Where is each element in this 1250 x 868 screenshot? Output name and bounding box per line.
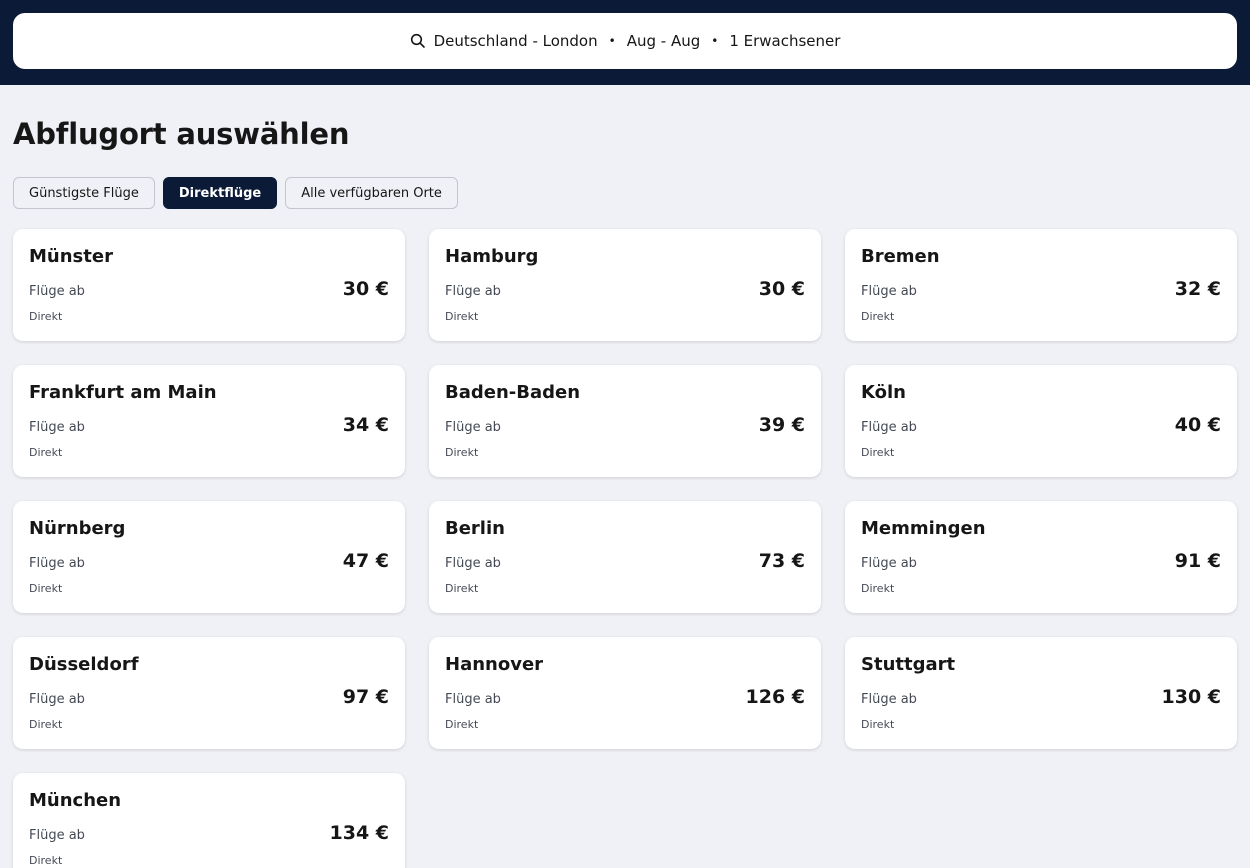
search-route: Deutschland - London (433, 32, 598, 50)
destination-city: Düsseldorf (29, 654, 139, 675)
stops-label: Direkt (29, 718, 63, 731)
destination-city: Hannover (445, 654, 544, 675)
flights-from-label: Flüge ab (29, 828, 85, 843)
destination-city: Memmingen (861, 518, 986, 539)
filter-chips: Günstigste Flüge Direktflüge Alle verfügba… (13, 177, 458, 209)
stops-label: Direkt (445, 718, 479, 731)
stops-label: Direkt (29, 582, 63, 595)
destination-city: München (29, 790, 122, 811)
destination-card[interactable]: Baden-Baden Flüge ab 39 € Direkt (429, 365, 821, 477)
filter-direct-flights[interactable]: Direktflüge (162, 177, 278, 209)
destination-city: Nürnberg (29, 518, 126, 539)
flights-from-label: Flüge ab (445, 420, 501, 435)
destination-card[interactable]: Stuttgart Flüge ab 130 € Direkt (845, 637, 1237, 749)
destination-price: 40 € (1174, 414, 1221, 436)
destination-price: 30 € (758, 278, 805, 300)
flights-from-label: Flüge ab (445, 692, 501, 707)
destination-card[interactable]: München Flüge ab 134 € Direkt (13, 773, 405, 868)
stops-label: Direkt (861, 718, 895, 731)
flights-from-label: Flüge ab (861, 420, 917, 435)
stops-label: Direkt (445, 310, 479, 323)
destination-city: Münster (29, 246, 113, 267)
destination-price: 91 € (1174, 550, 1221, 572)
destination-city: Frankfurt am Main (29, 382, 217, 403)
destination-card[interactable]: Memmingen Flüge ab 91 € Direkt (845, 501, 1237, 613)
destination-city: Baden-Baden (445, 382, 581, 403)
stops-label: Direkt (29, 446, 63, 459)
page-title: Abflugort auswählen (13, 117, 350, 151)
destination-card[interactable]: Hamburg Flüge ab 30 € Direkt (429, 229, 821, 341)
flights-from-label: Flüge ab (445, 284, 501, 299)
stops-label: Direkt (445, 446, 479, 459)
search-summary-button[interactable]: Deutschland - London • Aug - Aug • 1 Erw… (13, 13, 1237, 69)
destination-price: 130 € (1161, 686, 1222, 708)
stops-label: Direkt (861, 582, 895, 595)
top-bar: Deutschland - London • Aug - Aug • 1 Erw… (0, 0, 1250, 85)
destination-price: 39 € (758, 414, 805, 436)
destination-card[interactable]: Bremen Flüge ab 32 € Direkt (845, 229, 1237, 341)
destination-city: Köln (861, 382, 906, 403)
destination-price: 134 € (329, 822, 390, 844)
flights-from-label: Flüge ab (445, 556, 501, 571)
flights-from-label: Flüge ab (861, 556, 917, 571)
flights-from-label: Flüge ab (861, 284, 917, 299)
filter-cheapest-flights[interactable]: Günstigste Flüge (13, 177, 155, 209)
flights-from-label: Flüge ab (29, 420, 85, 435)
destination-price: 47 € (342, 550, 389, 572)
stops-label: Direkt (861, 310, 895, 323)
search-dates: Aug - Aug (626, 32, 701, 50)
stops-label: Direkt (861, 446, 895, 459)
destination-card[interactable]: Köln Flüge ab 40 € Direkt (845, 365, 1237, 477)
search-travelers: 1 Erwachsener (729, 32, 841, 50)
destination-card[interactable]: Münster Flüge ab 30 € Direkt (13, 229, 405, 341)
destination-card[interactable]: Nürnberg Flüge ab 47 € Direkt (13, 501, 405, 613)
destination-price: 73 € (758, 550, 805, 572)
flights-from-label: Flüge ab (29, 692, 85, 707)
destination-card[interactable]: Berlin Flüge ab 73 € Direkt (429, 501, 821, 613)
stops-label: Direkt (29, 310, 63, 323)
destination-card[interactable]: Hannover Flüge ab 126 € Direkt (429, 637, 821, 749)
flights-from-label: Flüge ab (29, 284, 85, 299)
stops-label: Direkt (29, 854, 63, 867)
flights-from-label: Flüge ab (861, 692, 917, 707)
destination-price: 30 € (342, 278, 389, 300)
destination-city: Bremen (861, 246, 940, 267)
separator-dot: • (711, 34, 719, 48)
filter-all-locations[interactable]: Alle verfügbaren Orte (285, 177, 458, 209)
destination-city: Stuttgart (861, 654, 956, 675)
destination-city: Hamburg (445, 246, 539, 267)
destination-city: Berlin (445, 518, 505, 539)
separator-dot: • (608, 34, 616, 48)
destination-card[interactable]: Frankfurt am Main Flüge ab 34 € Direkt (13, 365, 405, 477)
destination-price: 97 € (342, 686, 389, 708)
destination-price: 126 € (745, 686, 806, 708)
search-icon (410, 33, 426, 49)
destination-card[interactable]: Düsseldorf Flüge ab 97 € Direkt (13, 637, 405, 749)
destination-price: 32 € (1174, 278, 1221, 300)
destination-price: 34 € (342, 414, 389, 436)
flights-from-label: Flüge ab (29, 556, 85, 571)
stops-label: Direkt (445, 582, 479, 595)
